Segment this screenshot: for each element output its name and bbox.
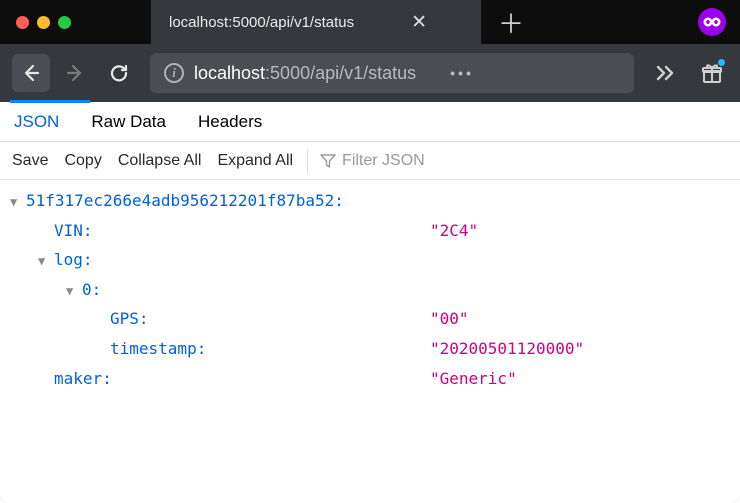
json-node-gps[interactable]: GPS: "00" [10,304,730,334]
url-host: localhost [194,63,265,83]
window-titlebar: localhost:5000/api/v1/status ✕ ＋ [0,0,740,44]
tab-raw-data[interactable]: Raw Data [89,104,168,140]
forward-button[interactable] [56,54,94,92]
filter-wrap [320,152,502,170]
json-node-0[interactable]: ▼ 0: [10,275,730,305]
chevrons-right-icon [653,61,677,85]
json-node-maker[interactable]: maker: "Generic" [10,364,730,394]
collapse-all-button[interactable]: Collapse All [118,152,202,170]
browser-navbar: i localhost:5000/api/v1/status ••• [0,44,740,102]
arrow-left-icon [21,63,41,83]
json-tree: ▼ 51f317ec266e4adb956212201f87ba52: VIN:… [0,180,740,403]
toolbar-divider [307,149,308,173]
tab-title: localhost:5000/api/v1/status [169,14,354,31]
json-key: 51f317ec266e4adb956212201f87ba52: [26,186,344,216]
reload-button[interactable] [100,54,138,92]
url-path: :5000/api/v1/status [265,63,416,83]
minimize-window-button[interactable] [37,16,50,29]
notification-dot [718,59,725,66]
whats-new-button[interactable] [696,57,728,89]
toggle-icon[interactable]: ▼ [66,280,82,302]
expand-all-button[interactable]: Expand All [217,152,293,170]
toggle-icon[interactable]: ▼ [10,191,26,213]
back-button[interactable] [12,54,50,92]
mask-icon [702,16,722,28]
viewer-tabs: JSON Raw Data Headers [0,102,740,142]
close-window-button[interactable] [16,16,29,29]
tab-json[interactable]: JSON [12,104,61,140]
url-bar[interactable]: i localhost:5000/api/v1/status ••• [150,53,634,93]
extension-badge[interactable] [698,8,726,36]
json-key: log: [54,245,93,275]
json-node-root[interactable]: ▼ 51f317ec266e4adb956212201f87ba52: [10,186,730,216]
browser-tab[interactable]: localhost:5000/api/v1/status ✕ [151,0,481,44]
close-tab-button[interactable]: ✕ [409,12,429,32]
copy-button[interactable]: Copy [64,152,101,170]
json-value: "00" [430,304,469,334]
active-tab-underline [10,100,90,103]
overflow-menu-button[interactable] [650,58,680,88]
url-text: localhost:5000/api/v1/status [194,63,416,84]
traffic-lights [16,16,71,29]
json-key: maker: [54,364,112,394]
toggle-icon[interactable]: ▼ [38,250,54,272]
json-node-vin[interactable]: VIN: "2C4" [10,216,730,246]
tab-headers[interactable]: Headers [196,104,264,140]
json-node-timestamp[interactable]: timestamp: "20200501120000" [10,334,730,364]
json-value: "Generic" [430,364,517,394]
funnel-icon [320,153,336,169]
json-toolbar: Save Copy Collapse All Expand All [0,142,740,180]
new-tab-button[interactable]: ＋ [497,8,525,36]
json-key: GPS: [110,304,149,334]
site-info-icon[interactable]: i [164,63,184,83]
page-actions-button[interactable]: ••• [450,65,474,81]
arrow-right-icon [65,63,85,83]
save-button[interactable]: Save [12,152,48,170]
reload-icon [109,63,129,83]
json-node-log[interactable]: ▼ log: [10,245,730,275]
json-key: 0: [82,275,101,305]
zoom-window-button[interactable] [58,16,71,29]
json-key: VIN: [54,216,93,246]
json-value: "2C4" [430,216,478,246]
json-key: timestamp: [110,334,206,364]
filter-input[interactable] [342,152,502,170]
json-value: "20200501120000" [430,334,584,364]
